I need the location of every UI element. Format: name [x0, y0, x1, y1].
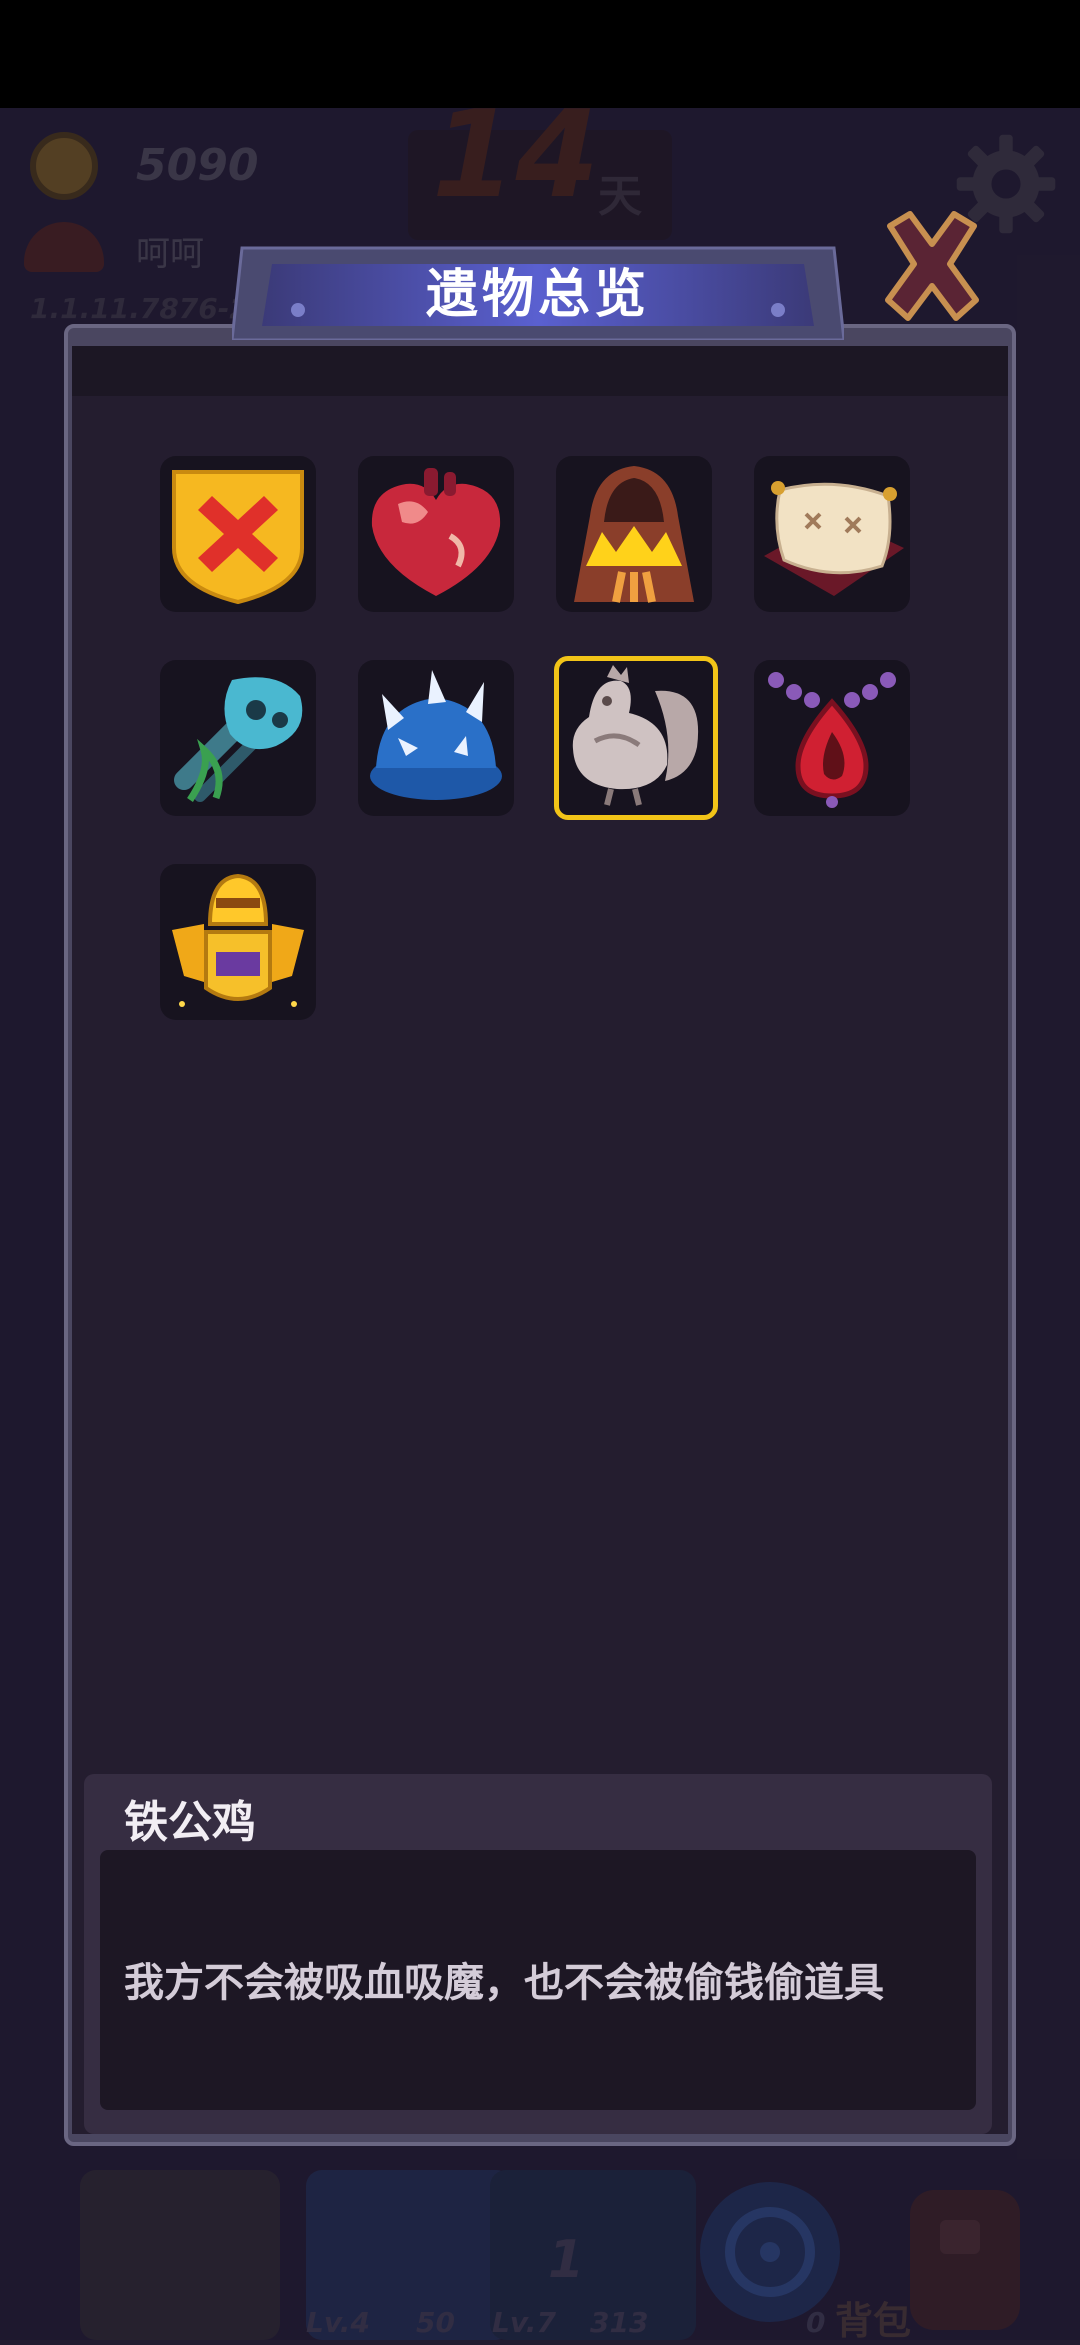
relic-slot-selected[interactable] [554, 656, 718, 820]
skull-bone-icon [174, 677, 303, 802]
close-button[interactable] [870, 208, 994, 326]
golden-knight-armor-icon [172, 873, 304, 1007]
modal-title: 遗物总览 [425, 265, 650, 325]
modal-top-strip [72, 346, 1008, 396]
blood-amulet-icon [768, 672, 896, 808]
relic-name: 铁公鸡 [124, 1797, 256, 1848]
relic-slot[interactable] [358, 660, 514, 816]
relic-slot[interactable] [754, 660, 910, 816]
pillow-icon [764, 481, 904, 596]
relic-slot[interactable] [160, 864, 316, 1020]
relic-grid [160, 456, 920, 1026]
relic-slot[interactable] [160, 660, 316, 816]
heart-icon [371, 468, 501, 596]
relic-description: 我方不会被吸血吸魔，也不会被偷钱偷道具 [124, 1960, 884, 2006]
relic-slot[interactable] [160, 456, 316, 612]
relic-slot[interactable] [556, 456, 712, 612]
shield-x-icon [172, 470, 304, 605]
hooded-crown-icon [574, 466, 694, 603]
spiked-blue-helmet-icon [370, 670, 502, 800]
iron-rooster-icon [572, 665, 699, 806]
relic-slot[interactable] [358, 456, 514, 612]
relic-slot[interactable] [754, 456, 910, 612]
